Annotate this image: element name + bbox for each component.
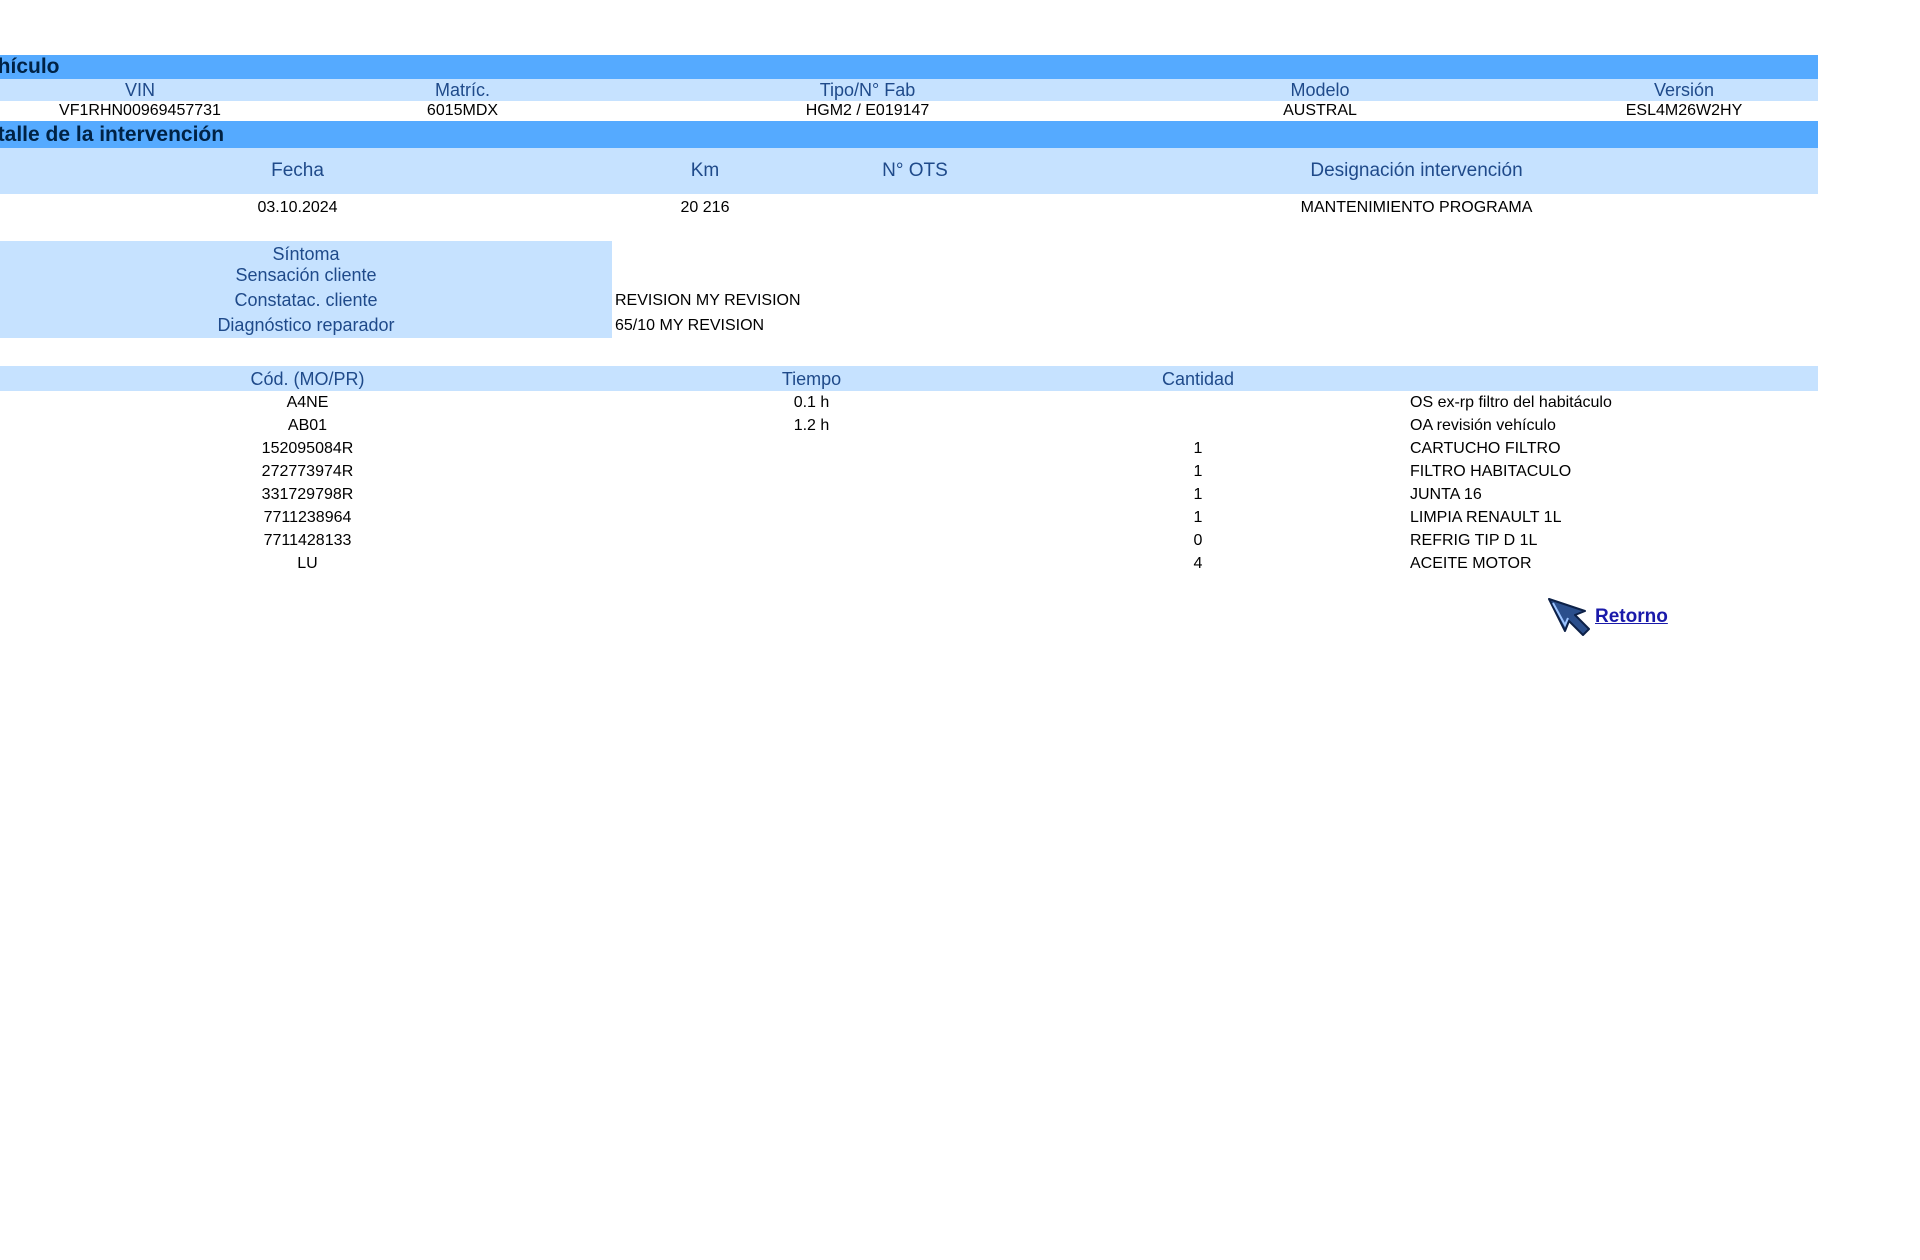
cell-tiempo [615, 483, 1008, 506]
value-modelo: AUSTRAL [1283, 102, 1357, 119]
cell-cantidad: 0 [1193, 532, 1203, 549]
cell-codigo: 152095084R [261, 440, 354, 457]
cell-cantidad [1008, 414, 1388, 437]
table-row: AB01 1.2 h OA revisión vehículo [0, 414, 1818, 437]
cell-cantidad: 4 [1193, 555, 1203, 572]
cell-cantidad: 1 [1193, 509, 1203, 526]
cell-tiempo [615, 460, 1008, 483]
cell-codigo: 7711428133 [263, 532, 352, 549]
header-tipo-fab: Tipo/N° Fab [819, 80, 916, 100]
value-fecha: 03.10.2024 [257, 199, 338, 216]
value-diagnostico-reparador: 65/10 MY REVISION [615, 317, 765, 334]
cell-codigo: 272773974R [261, 463, 354, 480]
cell-descripcion: OA revisión vehículo [1410, 417, 1556, 434]
cell-codigo: A4NE [286, 394, 329, 411]
section-title-vehiculo: ehículo [0, 55, 1818, 79]
label-diagnostico-reparador: Diagnóstico reparador [217, 315, 395, 335]
parts-table-body: A4NE 0.1 h OS ex-rp filtro del habitácul… [0, 391, 1818, 575]
cell-descripcion: OS ex-rp filtro del habitáculo [1410, 394, 1612, 411]
header-vin: VIN [124, 80, 155, 100]
cell-tiempo: 1.2 h [793, 417, 830, 434]
cell-cantidad: 1 [1193, 440, 1203, 457]
value-km: 20 216 [680, 199, 730, 216]
label-sintoma: Síntoma [272, 244, 340, 264]
table-row: 272773974R 1 FILTRO HABITACULO [0, 460, 1818, 483]
value-n-ots [815, 197, 1015, 219]
header-n-ots: N° OTS [882, 160, 948, 181]
cell-descripcion: FILTRO HABITACULO [1410, 463, 1572, 480]
symptom-block: Síntoma Sensación cliente Constatac. cli… [0, 241, 1818, 338]
value-designacion: MANTENIMIENTO PROGRAMA [1300, 199, 1533, 216]
table-row: 331729798R 1 JUNTA 16 [0, 483, 1818, 506]
cell-codigo: AB01 [287, 417, 328, 434]
intervencion-header-row: Fecha Km N° OTS Designación intervención [0, 148, 1818, 194]
table-row: 152095084R 1 CARTUCHO FILTRO [0, 437, 1818, 460]
value-vin: VF1RHN00969457731 [59, 102, 221, 119]
intervencion-value-row: 03.10.2024 20 216 MANTENIMIENTO PROGRAMA [0, 197, 1818, 219]
retorno-label: Retorno [1595, 606, 1668, 627]
cell-codigo: 331729798R [261, 486, 354, 503]
header-cantidad: Cantidad [1161, 369, 1235, 389]
section-title-vehiculo-text: ehículo [0, 55, 60, 78]
table-row: 7711238964 1 LIMPIA RENAULT 1L [0, 506, 1818, 529]
label-sensacion-cliente: Sensación cliente [235, 265, 377, 285]
cell-codigo: 7711238964 [263, 509, 352, 526]
cell-codigo: LU [297, 555, 318, 572]
cell-descripcion: ACEITE MOTOR [1410, 555, 1532, 572]
label-constatac-cliente: Constatac. cliente [234, 290, 378, 310]
section-title-intervencion-text: etalle de la intervención [0, 123, 225, 146]
section-title-intervencion: etalle de la intervención [0, 121, 1818, 148]
cell-descripcion: LIMPIA RENAULT 1L [1410, 509, 1562, 526]
table-row: A4NE 0.1 h OS ex-rp filtro del habitácul… [0, 391, 1818, 414]
header-descripcion [1388, 366, 1818, 391]
value-sintoma [612, 241, 1818, 263]
vehiculo-header-row: VIN Matríc. Tipo/N° Fab Modelo Versión [0, 79, 1818, 101]
value-sensacion-cliente [612, 263, 1818, 288]
header-version: Versión [1653, 80, 1715, 100]
page-content: ehículo VIN Matríc. Tipo/N° Fab Modelo V… [0, 55, 1818, 575]
header-fecha: Fecha [271, 160, 324, 181]
header-designacion: Designación intervención [1310, 160, 1523, 181]
cell-cantidad [1008, 391, 1388, 414]
vehiculo-value-row: VF1RHN00969457731 6015MDX HGM2 / E019147… [0, 101, 1818, 121]
symptom-values: REVISION MY REVISION 65/10 MY REVISION [612, 241, 1818, 338]
cell-cantidad: 1 [1193, 463, 1203, 480]
value-matricula: 6015MDX [426, 102, 499, 119]
header-matricula: Matríc. [434, 80, 490, 100]
header-km: Km [690, 160, 720, 181]
symptom-labels: Síntoma Sensación cliente Constatac. cli… [0, 241, 612, 338]
header-codigo: Cód. (MO/PR) [250, 369, 365, 389]
cell-descripcion: CARTUCHO FILTRO [1410, 440, 1561, 457]
cell-tiempo [615, 437, 1008, 460]
value-version: ESL4M26W2HY [1625, 102, 1743, 119]
cell-descripcion: REFRIG TIP D 1L [1410, 532, 1538, 549]
cell-tiempo [615, 506, 1008, 529]
value-constatac-cliente: REVISION MY REVISION [615, 292, 801, 309]
value-tipo-fab: HGM2 / E019147 [805, 102, 930, 119]
cell-tiempo [615, 529, 1008, 552]
cell-cantidad: 1 [1193, 486, 1203, 503]
back-arrow-icon [1548, 598, 1590, 636]
cell-descripcion: JUNTA 16 [1410, 486, 1482, 503]
table-row: 7711428133 0 REFRIG TIP D 1L [0, 529, 1818, 552]
header-tiempo: Tiempo [781, 369, 842, 389]
header-modelo: Modelo [1290, 80, 1350, 100]
cell-tiempo: 0.1 h [793, 394, 830, 411]
cell-tiempo [615, 552, 1008, 575]
parts-header-row: Cód. (MO/PR) Tiempo Cantidad [0, 366, 1818, 391]
retorno-link[interactable]: Retorno [1545, 597, 1668, 637]
table-row: LU 4 ACEITE MOTOR [0, 552, 1818, 575]
